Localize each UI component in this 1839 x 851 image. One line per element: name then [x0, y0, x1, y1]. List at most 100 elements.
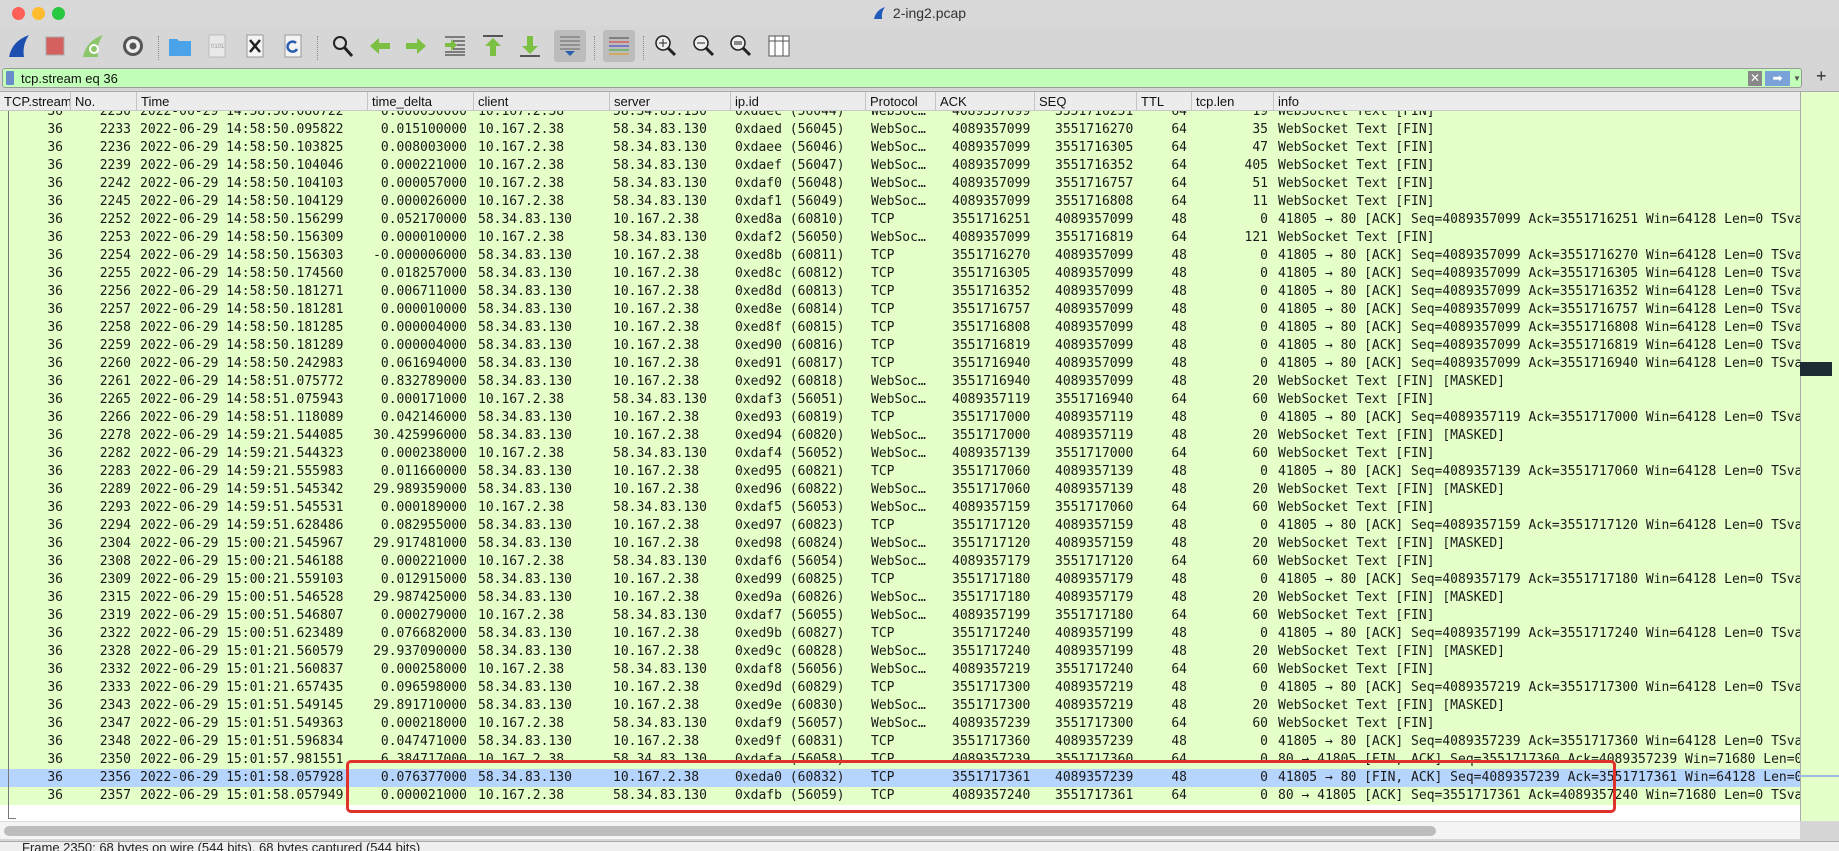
cell-tcp-len: 60 [1252, 662, 1268, 677]
packet-row[interactable]: 36 2266 2022-06-29 14:58:51.118089 0.042146… [0, 409, 1800, 427]
cell-number: 2261 [99, 374, 131, 389]
close-file-button[interactable] [239, 30, 271, 62]
packet-row[interactable]: 36 2236 2022-06-29 14:58:50.103825 0.008003… [0, 139, 1800, 157]
column-header-ack[interactable]: ACK [935, 92, 1034, 111]
packet-minimap-scrollbar[interactable] [1800, 92, 1839, 821]
column-header-ip-id[interactable]: ip.id [730, 92, 865, 111]
auto-scroll-button[interactable] [554, 30, 586, 62]
go-back-button[interactable] [364, 30, 396, 62]
cell-protocol: TCP [871, 284, 895, 299]
cell-ip-id: 0xed9f (60831) [735, 734, 845, 749]
zoom-out-button[interactable] [688, 30, 720, 62]
cell-ack: 3551716940 [952, 374, 1031, 389]
bookmark-icon[interactable] [6, 71, 14, 85]
cell-time: 2022-06-29 15:01:21.560579 [140, 644, 344, 659]
clear-filter-icon[interactable]: ✕ [1748, 71, 1762, 86]
packet-row[interactable]: 36 2242 2022-06-29 14:58:50.104103 0.000057… [0, 175, 1800, 193]
go-first-packet-button[interactable] [477, 30, 509, 62]
colorize-button[interactable] [603, 30, 635, 62]
packet-row[interactable]: 36 2278 2022-06-29 14:59:21.544085 30.42599… [0, 427, 1800, 445]
stop-capture-button[interactable] [39, 30, 71, 62]
column-header-ttl[interactable]: TTL [1136, 92, 1191, 111]
packet-row[interactable]: 36 2282 2022-06-29 14:59:21.544323 0.000238… [0, 445, 1800, 463]
open-file-button[interactable] [164, 30, 196, 62]
horizontal-scrollbar[interactable] [0, 821, 1800, 839]
packet-row[interactable]: 36 2304 2022-06-29 15:00:21.545967 29.91748… [0, 535, 1800, 553]
packet-row[interactable]: 36 2315 2022-06-29 15:00:51.546528 29.98742… [0, 589, 1800, 607]
packet-row[interactable]: 36 2258 2022-06-29 14:58:50.181285 0.000004… [0, 319, 1800, 337]
cell-tcp-len: 20 [1252, 698, 1268, 713]
scrollbar-position-marker[interactable] [1800, 362, 1832, 376]
cell-protocol: TCP [871, 680, 895, 695]
zoom-in-button[interactable] [650, 30, 682, 62]
packet-row[interactable]: 36 2245 2022-06-29 14:58:50.104129 0.000026… [0, 193, 1800, 211]
cell-ip-id: 0xdaf4 (56052) [735, 446, 845, 461]
packet-row[interactable]: 36 2308 2022-06-29 15:00:21.546188 0.000221… [0, 553, 1800, 571]
packet-row[interactable]: 36 2256 2022-06-29 14:58:50.181271 0.006711… [0, 283, 1800, 301]
column-header-time[interactable]: Time [136, 92, 367, 111]
go-to-packet-button[interactable] [439, 30, 471, 62]
cell-protocol: TCP [871, 248, 895, 263]
reload-file-button[interactable] [277, 30, 309, 62]
packet-row[interactable]: 36 2328 2022-06-29 15:01:21.560579 29.93709… [0, 643, 1800, 661]
apply-filter-icon[interactable]: ➡ [1765, 71, 1790, 86]
resize-columns-button[interactable] [763, 30, 795, 62]
packet-row[interactable]: 36 2257 2022-06-29 14:58:50.181281 0.000010… [0, 301, 1800, 319]
packet-row[interactable]: 36 2348 2022-06-29 15:01:51.596834 0.047471… [0, 733, 1800, 751]
packet-row[interactable]: 36 2347 2022-06-29 15:01:51.549363 0.000218… [0, 715, 1800, 733]
packet-row[interactable]: 36 2283 2022-06-29 14:59:21.555983 0.011660… [0, 463, 1800, 481]
packet-row[interactable]: 36 2253 2022-06-29 14:58:50.156309 0.000010… [0, 229, 1800, 247]
start-capture-button[interactable] [4, 30, 36, 62]
add-filter-button-icon[interactable]: + [1816, 66, 1827, 87]
column-header-time-delta[interactable]: time_delta [367, 92, 473, 111]
save-file-button[interactable]: 0101 [201, 30, 233, 62]
packet-row[interactable]: 36 2319 2022-06-29 15:00:51.546807 0.000279… [0, 607, 1800, 625]
packet-row[interactable]: 36 2254 2022-06-29 14:58:50.156303 -0.00000… [0, 247, 1800, 265]
packet-row[interactable]: 36 2309 2022-06-29 15:00:21.559103 0.012915… [0, 571, 1800, 589]
cell-ip-id: 0xdaef (56047) [735, 158, 845, 173]
cell-ack: 3551716305 [952, 266, 1031, 281]
packet-row[interactable]: 36 2261 2022-06-29 14:58:51.075772 0.832789… [0, 373, 1800, 391]
packet-row[interactable]: 36 2233 2022-06-29 14:58:50.095822 0.015100… [0, 121, 1800, 139]
cell-time: 2022-06-29 14:58:51.075943 [140, 392, 344, 407]
packet-row[interactable]: 36 2252 2022-06-29 14:58:50.156299 0.052170… [0, 211, 1800, 229]
cell-ip-id: 0xed8a (60810) [735, 212, 845, 227]
cell-client: 10.167.2.38 [478, 158, 565, 173]
packet-row[interactable]: 36 2260 2022-06-29 14:58:50.242983 0.061694… [0, 355, 1800, 373]
packet-row[interactable]: 36 2293 2022-06-29 14:59:51.545531 0.000189… [0, 499, 1800, 517]
packet-row[interactable]: 36 2322 2022-06-29 15:00:51.623489 0.076682… [0, 625, 1800, 643]
column-header-client[interactable]: client [473, 92, 609, 111]
capture-options-button[interactable] [117, 30, 149, 62]
packet-row[interactable]: 36 2332 2022-06-29 15:01:21.560837 0.000258… [0, 661, 1800, 679]
restart-capture-button[interactable] [78, 30, 110, 62]
cell-tcp-len: 0 [1260, 266, 1268, 281]
packet-row[interactable]: 36 2239 2022-06-29 14:58:50.104046 0.000221… [0, 157, 1800, 175]
column-header-number[interactable]: No. [70, 92, 136, 111]
horizontal-scroll-thumb[interactable] [4, 826, 1436, 836]
packet-row[interactable]: 36 2259 2022-06-29 14:58:50.181289 0.000004… [0, 337, 1800, 355]
find-packet-button[interactable] [327, 30, 359, 62]
cell-protocol: TCP [871, 266, 895, 281]
cell-info: 41805 → 80 [ACK] Seq=4089357119 Ack=3551… [1278, 410, 1800, 425]
column-header-tcp-len[interactable]: tcp.len [1191, 92, 1273, 111]
packet-row[interactable]: 36 2294 2022-06-29 14:59:51.628486 0.082955… [0, 517, 1800, 535]
cell-info: 41805 → 80 [ACK] Seq=4089357099 Ack=3551… [1278, 212, 1800, 227]
go-forward-button[interactable] [400, 30, 432, 62]
filter-history-dropdown-icon[interactable]: ▼ [1793, 71, 1801, 86]
packet-row[interactable]: 36 2333 2022-06-29 15:01:21.657435 0.096598… [0, 679, 1800, 697]
display-filter-input[interactable] [21, 69, 1721, 87]
frame-summary[interactable]: Frame 2350: 68 bytes on wire (544 bits),… [22, 842, 420, 851]
column-header-info[interactable]: info [1273, 92, 1800, 111]
packet-row[interactable]: 36 2265 2022-06-29 14:58:51.075943 0.000171… [0, 391, 1800, 409]
zoom-reset-button[interactable] [725, 30, 757, 62]
column-header-server[interactable]: server [609, 92, 730, 111]
column-header-protocol[interactable]: Protocol [865, 92, 935, 111]
go-last-packet-button[interactable] [514, 30, 546, 62]
packet-row[interactable]: 36 2255 2022-06-29 14:58:50.174560 0.018257… [0, 265, 1800, 283]
column-header-seq[interactable]: SEQ [1034, 92, 1136, 111]
cell-info: 41805 → 80 [ACK] Seq=4089357099 Ack=3551… [1278, 284, 1800, 299]
packet-row[interactable]: 36 2343 2022-06-29 15:01:51.549145 29.89171… [0, 697, 1800, 715]
cell-seq: 3551717180 [1055, 608, 1134, 623]
packet-row[interactable]: 36 2289 2022-06-29 14:59:51.545342 29.98935… [0, 481, 1800, 499]
column-header-tcp-stream[interactable]: TCP.stream [0, 92, 70, 111]
